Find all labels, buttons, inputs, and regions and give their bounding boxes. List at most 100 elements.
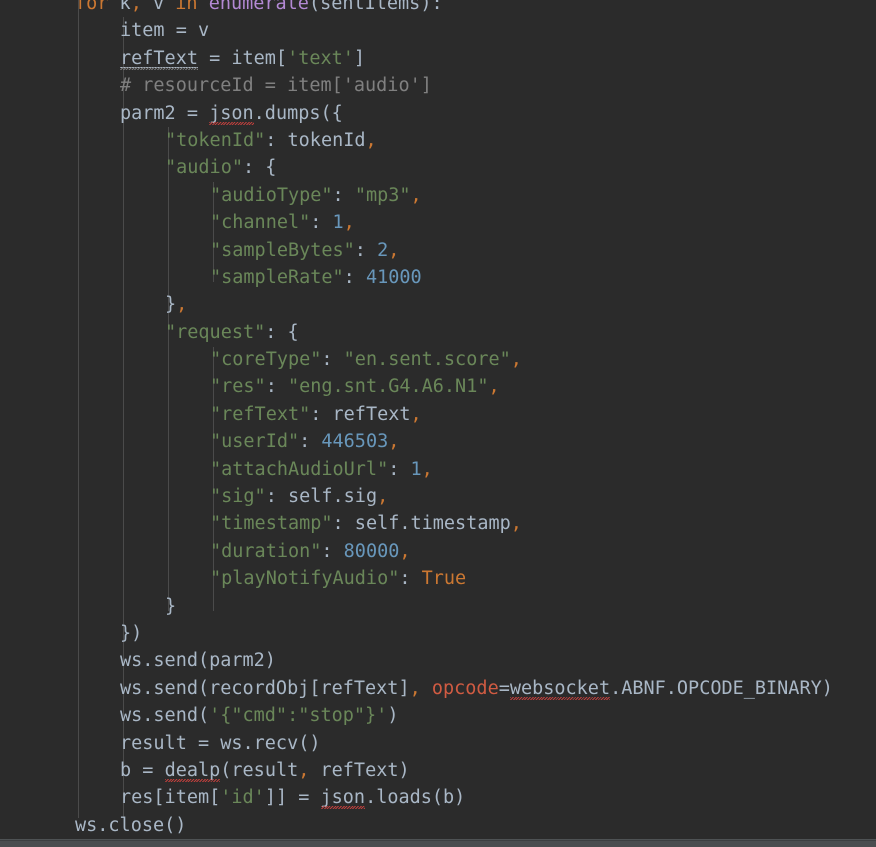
code-token: : [388,458,411,480]
code-line[interactable]: b = dealp(result, refText) [0,757,876,784]
code-token: (result [220,759,299,781]
code-token: .loads(b) [365,787,466,809]
code-editor-pane[interactable]: for k, v in enumerate(sentItems): item = … [0,0,876,847]
code-token: : [354,239,378,261]
code-token: enumerate [208,0,309,14]
code-token: "timestamp" [210,513,333,535]
code-token: , [298,759,310,781]
code-token: = [498,677,510,699]
code-line[interactable]: }) [0,620,876,647]
code-token: : self.timestamp [332,513,511,535]
code-token: .ABNF.OPCODE_BINARY) [610,677,833,699]
code-token: : { [265,321,299,343]
code-token: k [108,0,131,14]
code-token: : [321,540,344,562]
code-line[interactable]: res[item['id']] = json.loads(b) [0,784,876,811]
code-token: 41000 [365,266,422,288]
code-token: "request" [165,321,266,343]
code-token: , [130,0,142,14]
code-token: , [388,431,400,453]
code-token: "audioType" [210,184,333,206]
code-token: : [299,431,322,453]
code-token: ] [353,47,366,69]
code-line[interactable]: }, [0,291,876,318]
code-token: 'id' [220,787,265,809]
code-line[interactable]: "refText": refText, [0,401,876,428]
code-line[interactable]: ws.send(recordObj[refText], opcode=webso… [0,675,876,702]
horizontal-scrollbar-track[interactable] [0,839,876,847]
code-token: "channel" [210,212,311,234]
code-line[interactable]: "audio": { [0,154,876,181]
code-text-area[interactable]: for k, v in enumerate(sentItems): item = … [0,0,876,840]
code-token: : [399,568,422,590]
code-token: "audio" [165,157,243,179]
code-line[interactable]: "userId": 446503, [0,428,876,455]
code-token: 1 [332,212,344,234]
code-line[interactable]: } [0,593,876,620]
code-token: ws.send(recordObj[refText] [120,677,410,699]
code-token: 1 [410,458,422,480]
code-token: result = ws.recv() [120,732,321,754]
code-line[interactable]: "tokenId": tokenId, [0,127,876,154]
code-token: '{"cmd":"stop"}' [209,705,388,727]
code-line[interactable]: ws.send(parm2) [0,647,876,674]
code-line[interactable]: "coreType": "en.sent.score", [0,346,876,373]
code-token: opcode [431,677,499,699]
code-token: websocket [509,677,611,699]
code-line[interactable]: "timestamp": self.timestamp, [0,510,876,537]
code-token: ws.close() [75,814,187,836]
code-line[interactable]: # resourceId = item['audio'] [0,72,876,99]
code-token: ws.send( [120,705,210,727]
code-token: "attachAudioUrl" [210,458,389,480]
code-token: , [365,129,377,151]
code-token: .dumps({ [253,102,343,124]
code-token: ws.send(parm2) [120,650,276,672]
code-token: json [320,787,366,809]
code-token: 2 [377,239,389,261]
code-token: , [399,540,411,562]
code-line[interactable]: "request": { [0,319,876,346]
code-line[interactable]: parm2 = json.dumps({ [0,100,876,127]
code-token: , [410,184,422,206]
code-line[interactable]: "sampleBytes": 2, [0,237,876,264]
code-line[interactable]: "attachAudioUrl": 1, [0,456,876,483]
code-line[interactable]: "sig": self.sig, [0,483,876,510]
code-token: : [321,349,344,371]
code-token: refText [120,47,198,69]
horizontal-scrollbar-thumb[interactable] [0,841,876,847]
code-token: 'text' [287,47,354,69]
code-token: , [488,376,500,398]
code-token: : [265,376,288,398]
code-token: for [75,0,109,14]
code-token: "sampleBytes" [210,239,355,261]
code-token: "duration" [210,540,322,562]
code-token: "refText" [210,403,311,425]
code-line[interactable]: "res": "eng.snt.G4.A6.N1", [0,373,876,400]
code-line[interactable]: refText = item['text'] [0,45,876,72]
code-token: parm2 = [120,102,210,124]
code-line[interactable]: item = v [0,17,876,44]
code-lines-container[interactable]: for k, v in enumerate(sentItems): item = … [0,0,876,839]
code-line[interactable]: "audioType": "mp3", [0,182,876,209]
code-token: "en.sent.score" [343,349,511,371]
code-token: "eng.snt.G4.A6.N1" [287,376,489,398]
code-line[interactable]: result = ws.recv() [0,730,876,757]
code-token: json [209,102,254,124]
code-token: : [310,212,333,234]
code-line[interactable]: "channel": 1, [0,209,876,236]
code-token: item = v [120,20,210,42]
code-token: = item[ [197,47,288,69]
code-token: # resourceId = item['audio'] [120,75,432,97]
code-line[interactable]: ws.send('{"cmd":"stop"}') [0,702,876,729]
code-token: (sentItems): [308,0,443,14]
code-line[interactable]: ws.close() [0,812,876,839]
code-token: , [510,349,522,371]
code-token: "sampleRate" [210,266,344,288]
code-line[interactable]: "sampleRate": 41000 [0,264,876,291]
code-line[interactable]: "playNotifyAudio": True [0,565,876,592]
code-token: "tokenId" [165,129,266,151]
code-token: 446503 [321,431,389,453]
code-line[interactable]: "duration": 80000, [0,538,876,565]
code-line[interactable]: for k, v in enumerate(sentItems): [0,0,876,17]
